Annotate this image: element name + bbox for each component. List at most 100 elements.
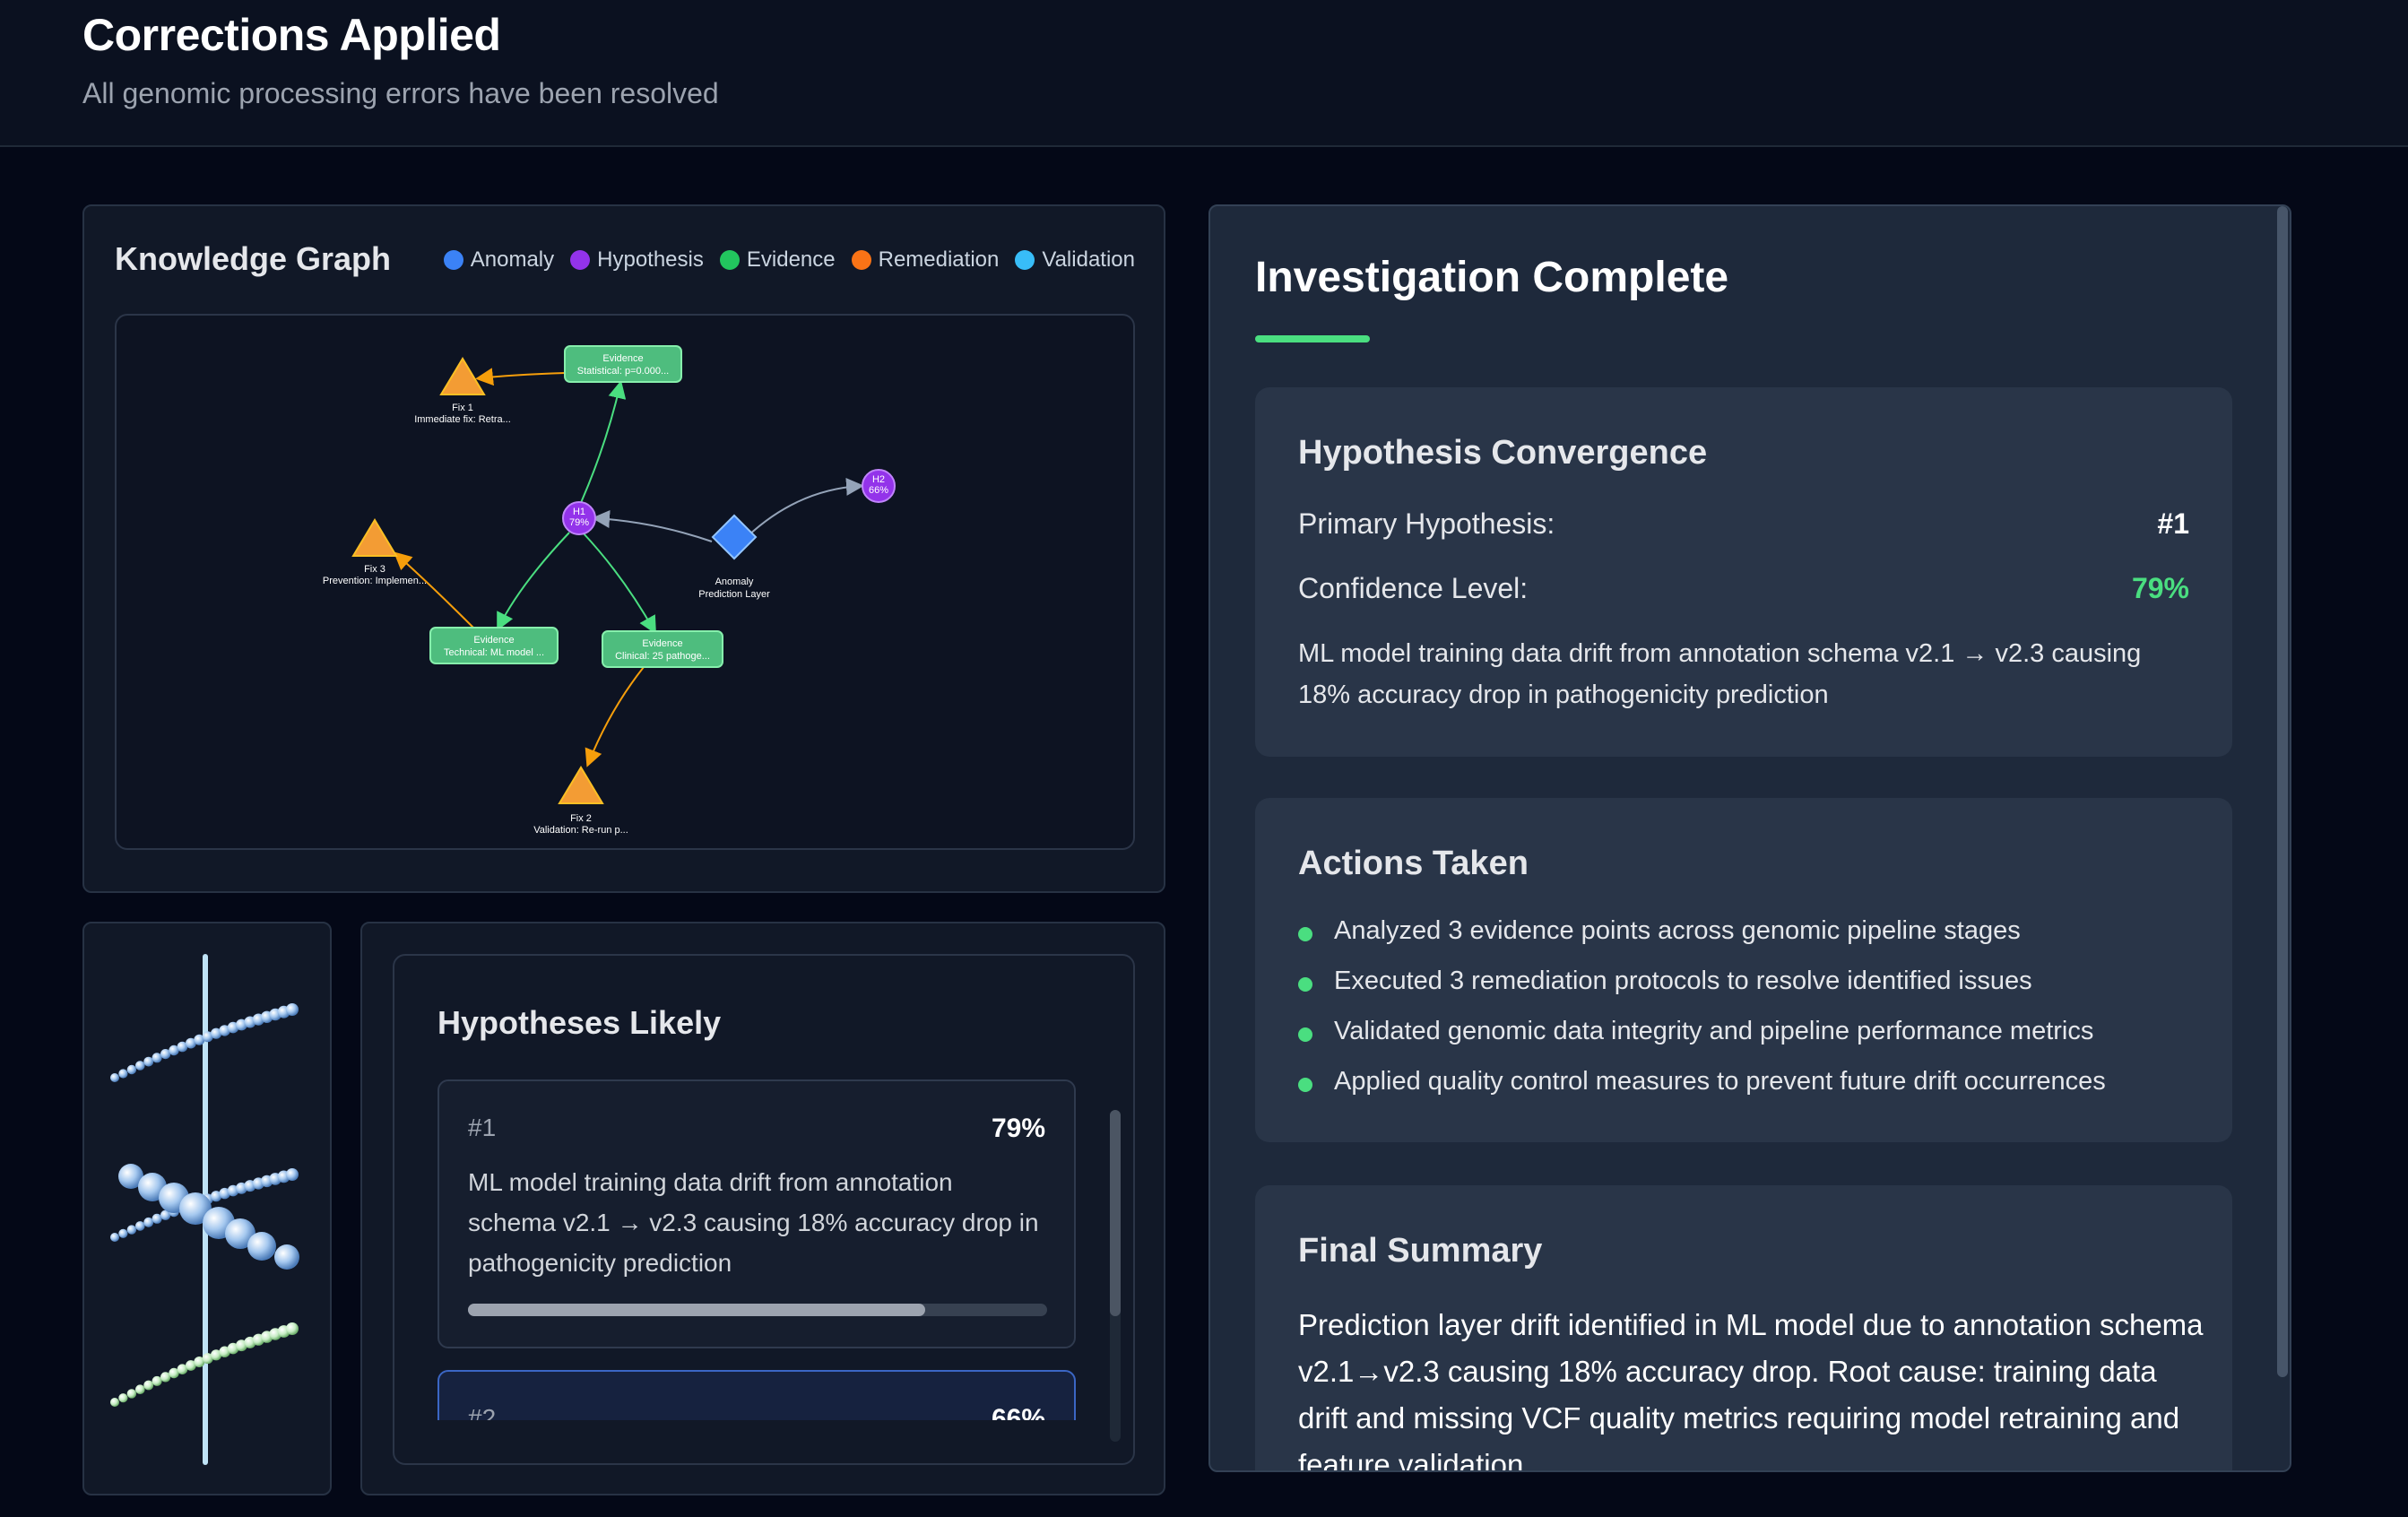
legend-item-validation: Validation <box>1015 247 1135 273</box>
bullet-icon <box>1298 927 1312 941</box>
edge-h1-evidence-stat <box>575 380 627 516</box>
legend-label: Anomaly <box>470 247 555 272</box>
action-item: Executed 3 remediation protocols to reso… <box>1298 965 2189 1015</box>
edge-anomaly-h2 <box>747 477 864 537</box>
action-item: Analyzed 3 evidence points across genomi… <box>1298 915 2189 965</box>
hypothesis-convergence-section: Hypothesis Convergence Primary Hypothesi… <box>1255 387 2232 757</box>
node-hypothesis-h1[interactable]: H1 79% <box>562 501 596 535</box>
edge-evidence-tech-fix3 <box>394 551 474 628</box>
dna-bead <box>152 1213 162 1224</box>
primary-hypothesis-value: #1 <box>2157 507 2189 540</box>
hypothesis-description: ML model training data drift from annota… <box>468 1168 1039 1277</box>
dna-bead <box>152 1053 162 1063</box>
knowledge-graph-panel: Knowledge Graph Anomaly Hypothesis Evide… <box>82 204 1165 893</box>
actions-taken-section: Actions Taken Analyzed 3 evidence points… <box>1255 798 2232 1142</box>
legend-item-anomaly: Anomaly <box>443 247 555 273</box>
knowledge-graph-canvas[interactable]: Evidence Statistical: p=0.000... Evidenc… <box>115 314 1135 850</box>
convergence-title: Hypothesis Convergence <box>1298 434 1708 472</box>
node-evidence-technical[interactable]: Evidence Technical: ML model ... <box>429 627 559 664</box>
hypothesis-rank: #1 <box>468 1114 497 1141</box>
dna-bead <box>126 1064 137 1075</box>
hypothesis-confidence-bar <box>468 1304 1047 1316</box>
svg-text:Statistical: p=0.000...: Statistical: p=0.000... <box>577 366 669 377</box>
legend-dot-icon <box>719 250 740 270</box>
svg-text:79%: 79% <box>569 517 589 528</box>
legend-label: Evidence <box>746 247 836 272</box>
dna-bead <box>110 1073 119 1082</box>
hypothesis-card[interactable]: #2 66% <box>437 1370 1076 1420</box>
node-fix-2[interactable]: Fix 2 Validation: Re-run p... <box>533 766 628 836</box>
primary-hypothesis-label: Primary Hypothesis: <box>1298 507 1555 540</box>
dna-bead <box>110 1398 119 1407</box>
dna-bead <box>152 1375 162 1386</box>
final-summary-text: Prediction layer drift identified in ML … <box>1298 1308 2204 1472</box>
svg-text:Fix 2: Fix 2 <box>570 813 592 824</box>
dna-bead <box>126 1225 137 1235</box>
hypotheses-scrollbar[interactable] <box>1110 1110 1121 1442</box>
hypothesis-rank: #2 <box>468 1404 497 1420</box>
confidence-level-label: Confidence Level: <box>1298 572 1529 604</box>
node-fix-3[interactable]: Fix 3 Prevention: Implemen... <box>323 518 427 586</box>
hypothesis-confidence: 79% <box>991 1114 1045 1143</box>
convergence-description: ML model training data drift from annota… <box>1298 639 2142 709</box>
bullet-icon <box>1298 977 1312 992</box>
dna-helix-panel <box>82 922 332 1495</box>
hypothesis-confidence: 66% <box>991 1404 1045 1420</box>
knowledge-graph-svg: Evidence Statistical: p=0.000... Evidenc… <box>323 345 896 836</box>
svg-text:Evidence: Evidence <box>602 353 643 364</box>
dna-bead <box>118 1228 128 1238</box>
dna-bead <box>143 1217 154 1227</box>
actions-list: Analyzed 3 evidence points across genomi… <box>1298 915 2189 1115</box>
confidence-level-value: 79% <box>2131 572 2189 604</box>
svg-text:Immediate fix: Retra...: Immediate fix: Retra... <box>414 414 511 425</box>
hypotheses-panel: Hypotheses Likely #1 79% ML model traini… <box>360 922 1165 1495</box>
page-header: Corrections Applied All genomic processi… <box>0 0 2408 147</box>
node-anomaly[interactable]: Anomaly Prediction Layer <box>698 514 770 600</box>
legend-item-remediation: Remediation <box>851 247 999 273</box>
svg-text:Validation: Re-run p...: Validation: Re-run p... <box>533 825 628 836</box>
dna-bead <box>286 1322 299 1335</box>
edge-h1-evidence-clin <box>582 532 656 635</box>
hypotheses-title: Hypotheses Likely <box>437 1004 722 1041</box>
graph-legend: Anomaly Hypothesis Evidence Remediation … <box>443 247 1135 273</box>
investigation-scroll-thumb[interactable] <box>2277 206 2288 1377</box>
dna-bead <box>135 1061 145 1071</box>
actions-title: Actions Taken <box>1298 845 1529 882</box>
node-fix-1[interactable]: Fix 1 Immediate fix: Retra... <box>414 357 511 425</box>
investigation-panel: Investigation Complete Hypothesis Conver… <box>1208 204 2291 1472</box>
hypotheses-scroll-thumb[interactable] <box>1110 1110 1121 1316</box>
page-subtitle: All genomic processing errors have been … <box>82 77 719 109</box>
node-evidence-clinical[interactable]: Evidence Clinical: 25 pathoge... <box>602 630 723 668</box>
edge-evidence-clin-fix2 <box>585 666 645 767</box>
dna-bead <box>247 1232 276 1261</box>
knowledge-graph-title: Knowledge Graph <box>115 240 392 277</box>
final-summary-title: Final Summary <box>1298 1232 1543 1270</box>
svg-text:Clinical: 25 pathoge...: Clinical: 25 pathoge... <box>615 651 710 662</box>
edge-evidence-stat-fix1 <box>475 368 566 386</box>
legend-label: Hypothesis <box>597 247 704 272</box>
legend-dot-icon <box>851 250 871 270</box>
hypotheses-list[interactable]: #1 79% ML model training data drift from… <box>437 1079 1076 1420</box>
bullet-icon <box>1298 1078 1312 1092</box>
dna-bead <box>135 1384 145 1394</box>
dna-bead <box>286 1003 299 1016</box>
legend-dot-icon <box>570 250 591 270</box>
hypothesis-card[interactable]: #1 79% ML model training data drift from… <box>437 1079 1076 1348</box>
legend-item-evidence: Evidence <box>719 247 836 273</box>
node-evidence-statistical[interactable]: Evidence Statistical: p=0.000... <box>564 345 682 383</box>
svg-text:Anomaly: Anomaly <box>715 576 754 587</box>
legend-dot-icon <box>443 250 463 270</box>
hypothesis-confidence-fill <box>468 1304 926 1316</box>
svg-text:H1: H1 <box>573 507 585 517</box>
investigation-scrollbar[interactable] <box>2275 206 2290 1470</box>
svg-text:H2: H2 <box>872 474 885 485</box>
dna-bead <box>274 1244 299 1270</box>
svg-text:Prevention: Implemen...: Prevention: Implemen... <box>323 576 427 586</box>
node-hypothesis-h2[interactable]: H2 66% <box>862 469 896 503</box>
dna-helix-icon <box>110 954 299 1465</box>
hypotheses-container: Hypotheses Likely #1 79% ML model traini… <box>393 954 1135 1465</box>
svg-text:Evidence: Evidence <box>473 635 514 646</box>
dna-bead <box>143 1056 154 1067</box>
svg-text:Fix 1: Fix 1 <box>452 403 473 413</box>
bullet-icon <box>1298 1027 1312 1042</box>
